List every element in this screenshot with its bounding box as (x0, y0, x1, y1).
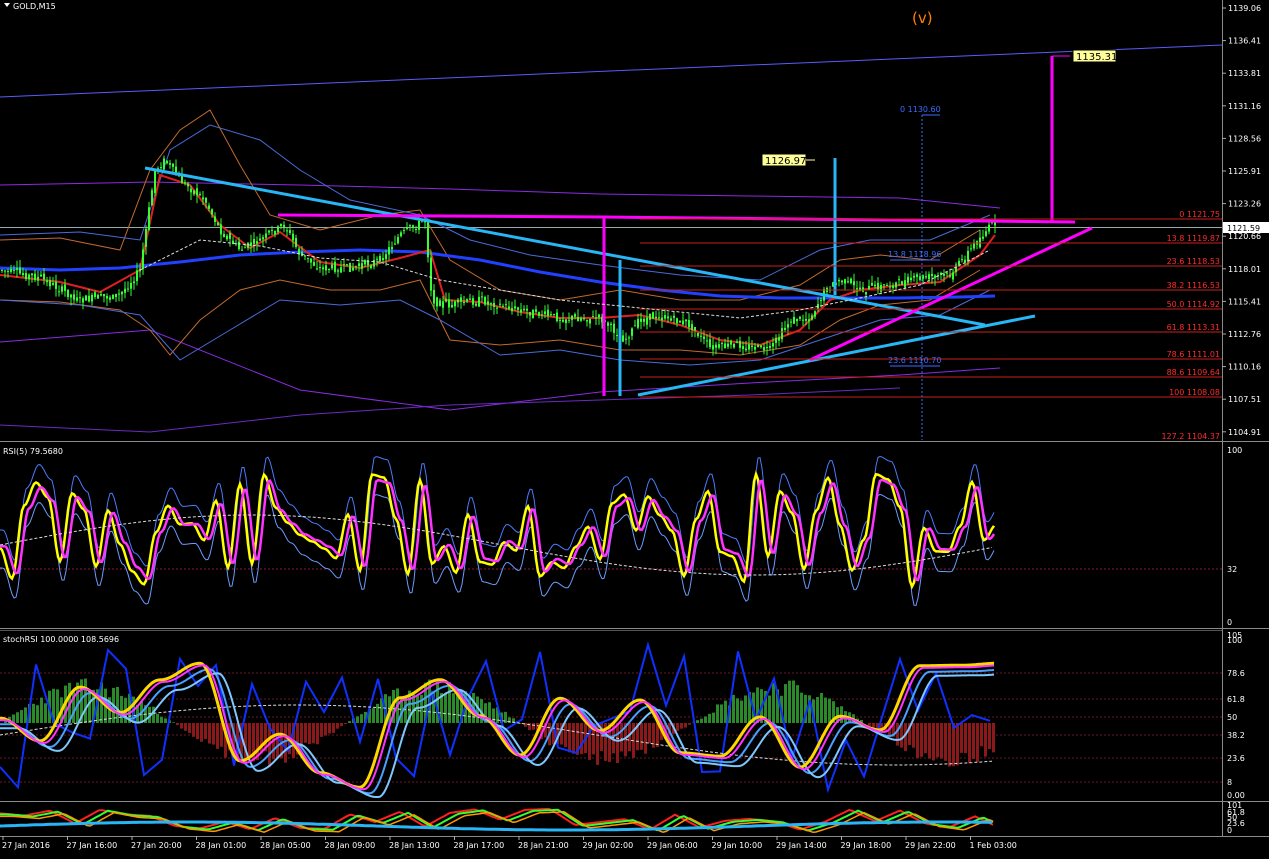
price-label: 1123.26 (1228, 200, 1261, 209)
mini-red (0, 807, 994, 831)
panel-frames (0, 0, 1269, 837)
bollinger-upper (0, 109, 981, 301)
time-label: 29 Jan 18:00 (841, 841, 892, 850)
price-label: 1120.66 (1228, 232, 1261, 241)
price-label: 1104.91 (1228, 428, 1261, 437)
price-label: 1125.91 (1228, 167, 1261, 176)
time-label: 28 Jan 09:00 (325, 841, 376, 850)
wave-label: (v) (912, 9, 933, 27)
svg-text:0: 0 (1227, 826, 1232, 835)
annotation-box-1126: 1126.97 (761, 153, 815, 167)
time-axis[interactable]: 27 Jan 2016 27 Jan 16:00 27 Jan 20:00 28 Ja… (2, 836, 1017, 850)
ma-white-dashed (139, 239, 991, 319)
fib-blue-mid-label: 13.8 1118.96 (888, 250, 941, 259)
rsi-panel[interactable] (0, 455, 1222, 607)
fib-level-label: 78.6 1111.01 (1167, 350, 1220, 359)
fib-blue-top-label: 0 1130.60 (900, 105, 941, 114)
fib-level-label: 50.0 1114.92 (1167, 300, 1220, 309)
fib-blue-low-label: 23.6 1110.70 (888, 356, 941, 365)
svg-text:0.00: 0.00 (1227, 791, 1245, 800)
channel-top-line[interactable] (0, 44, 1222, 98)
svg-text:78.6: 78.6 (1227, 669, 1245, 678)
price-label: 1128.56 (1228, 134, 1261, 143)
time-label: 29 Jan 06:00 (647, 841, 698, 850)
time-label: 1 Feb 03:00 (970, 841, 1017, 850)
svg-text:100: 100 (1227, 636, 1242, 645)
rsi-scale-0: 0 (1227, 618, 1232, 627)
svg-text:8: 8 (1227, 778, 1232, 787)
moving-average-blue (0, 248, 996, 300)
svg-text:1135.31: 1135.31 (1076, 52, 1117, 63)
time-label: 28 Jan 05:00 (260, 841, 311, 850)
fib-level-label: 127.2 1104.37 (1161, 432, 1220, 441)
price-label: 1112.76 (1228, 330, 1261, 339)
svg-text:38.2: 38.2 (1227, 731, 1245, 740)
price-label: 1107.51 (1228, 395, 1261, 404)
time-label: 29 Jan 14:00 (776, 841, 827, 850)
time-label: 28 Jan 21:00 (518, 841, 569, 850)
time-label: 29 Jan 22:00 (905, 841, 956, 850)
main-price-panel[interactable] (0, 44, 1222, 441)
fib-level-label: 13.8 1119.87 (1167, 234, 1220, 243)
price-label: 1131.16 (1228, 102, 1261, 111)
chart-title: GOLD,M15 (13, 2, 56, 11)
time-label: 27 Jan 16:00 (67, 841, 118, 850)
time-label: 29 Jan 02:00 (583, 841, 634, 850)
time-label: 27 Jan 2016 (2, 841, 50, 850)
price-label: 1139.06 (1228, 4, 1261, 13)
price-label: 1110.16 (1228, 363, 1261, 372)
fib-level-label: 61.8 1113.31 (1167, 323, 1220, 332)
annotation-box-1135: 1135.31 (1072, 49, 1117, 63)
fib-level-label: 23.6 1118.53 (1167, 257, 1220, 266)
envelope-upper (0, 181, 1001, 209)
price-label: 1115.41 (1228, 297, 1261, 306)
mini-cyan (0, 820, 992, 832)
main-panel-header: GOLD,M15 (v) (4, 2, 933, 27)
dropdown-triangle-icon[interactable] (4, 3, 10, 7)
svg-text:1121.59: 1121.59 (1227, 224, 1260, 233)
chart-canvas[interactable]: GOLD,M15 (v) 1135.31 1126.97 0 1130.60 1… (0, 0, 1269, 859)
time-label: 28 Jan 13:00 (389, 841, 440, 850)
price-scale[interactable]: 1139.06 1136.41 1133.81 1131.16 1128.56 1125.… (1222, 4, 1261, 437)
time-label: 28 Jan 01:00 (196, 841, 247, 850)
fib-level-label: 100 1108.08 (1169, 388, 1220, 397)
time-label: 29 Jan 10:00 (712, 841, 763, 850)
candlesticks[interactable] (1, 155, 996, 356)
mini-indicator-panel[interactable] (0, 807, 994, 834)
trendline-descending[interactable] (144, 166, 986, 327)
trendline-ascending-lower[interactable] (637, 314, 1036, 397)
fib-level-label: 0 1121.75 (1179, 210, 1220, 219)
rsi-title: RSI(5) 79.5680 (3, 447, 63, 456)
svg-text:50: 50 (1227, 713, 1237, 722)
price-label: 1118.01 (1228, 265, 1261, 274)
rsi-scale-100: 100 (1227, 446, 1242, 455)
stochrsi-title: stochRSI 100.0000 108.5696 (3, 635, 119, 644)
price-label: 1136.41 (1228, 37, 1261, 46)
price-label: 1133.81 (1228, 69, 1261, 78)
svg-text:23.6: 23.6 (1227, 754, 1245, 763)
current-price-tag: 1121.59 (1223, 222, 1269, 233)
fibonacci-labels: 0 1121.75 13.8 1119.87 23.6 1118.53 38.2 11… (1161, 210, 1220, 441)
svg-text:61.8: 61.8 (1227, 695, 1245, 704)
fib-level-label: 38.2 1116.53 (1167, 281, 1220, 290)
stochrsi-panel[interactable] (0, 641, 1222, 798)
rsi-line (0, 470, 996, 590)
stochrsi-scale: 10510078.661.85038.223.680.00 (1227, 631, 1245, 800)
svg-text:1126.97: 1126.97 (765, 156, 806, 167)
mini-scale: 10161.85023.60 (1227, 801, 1245, 835)
rsi-scale-32: 32 (1227, 565, 1237, 574)
fib-level-label: 88.6 1109.64 (1167, 368, 1220, 377)
moving-average-red (0, 173, 996, 347)
time-label: 28 Jan 17:00 (454, 841, 505, 850)
rsi-band-blue (0, 455, 995, 569)
time-label: 27 Jan 20:00 (131, 841, 182, 850)
